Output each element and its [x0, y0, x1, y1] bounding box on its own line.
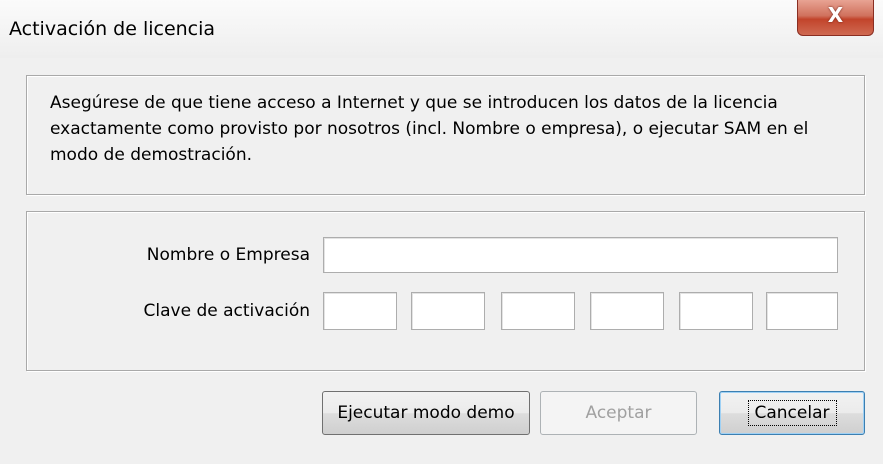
key-segment-6[interactable] [766, 292, 838, 330]
key-segment-1[interactable] [323, 292, 397, 330]
name-label: Nombre o Empresa [146, 245, 310, 265]
cancel-button-label: Cancelar [747, 400, 837, 426]
key-label: Clave de activación [143, 301, 310, 321]
key-segment-4[interactable] [590, 292, 664, 330]
key-segment-5[interactable] [679, 292, 753, 330]
name-input[interactable] [323, 237, 838, 273]
license-activation-dialog: Activación de licencia X Asegúrese de qu… [0, 0, 883, 464]
run-demo-button[interactable]: Ejecutar modo demo [322, 391, 530, 435]
window-title: Activación de licencia [9, 18, 216, 40]
close-icon: X [827, 3, 844, 27]
key-segment-3[interactable] [501, 292, 575, 330]
key-segment-2[interactable] [411, 292, 485, 330]
title-bar[interactable]: Activación de licencia X [0, 0, 883, 58]
accept-button[interactable]: Aceptar [540, 391, 697, 435]
cancel-button[interactable]: Cancelar [719, 391, 865, 435]
close-button[interactable]: X [797, 0, 874, 36]
info-panel: Asegúrese de que tiene acceso a Internet… [26, 75, 865, 195]
license-form-panel: Nombre o Empresa Clave de activación [26, 211, 865, 371]
info-message: Asegúrese de que tiene acceso a Internet… [50, 93, 809, 165]
